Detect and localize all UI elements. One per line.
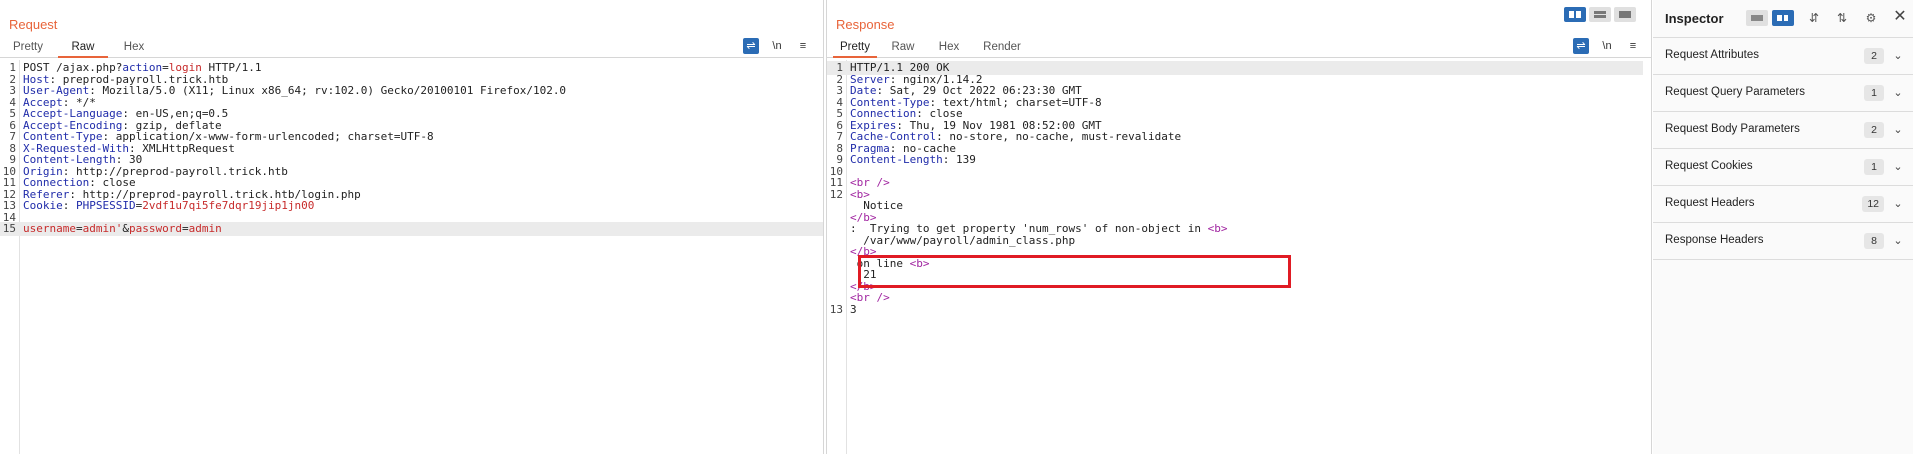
request-tab-hex[interactable]: Hex	[116, 39, 152, 58]
inspector-section-label: Request Cookies	[1665, 160, 1753, 172]
hamburger-icon[interactable]: ≡	[795, 38, 811, 54]
response-editor[interactable]: 1 HTTP/1.1 200 OK 2 Server: nginx/1.14.2 3 Da…	[827, 60, 1651, 454]
count-badge: 1	[1864, 85, 1884, 101]
response-tab-pretty[interactable]: Pretty	[833, 39, 877, 58]
chevron-down-icon[interactable]: ⌄	[1892, 233, 1904, 249]
chevron-down-icon[interactable]: ⌄	[1892, 48, 1904, 64]
layout-vertical-icon[interactable]	[1772, 10, 1794, 26]
expand-all-icon[interactable]: ⇵	[1803, 10, 1825, 26]
chevron-down-icon[interactable]: ⌄	[1892, 85, 1904, 101]
request-tab-pretty[interactable]: Pretty	[8, 39, 48, 58]
code-token: &	[122, 222, 129, 235]
inspector-pane: Inspector ⇵ ⇅ ⚙ ✕ Request Attributes 2 ⌄ Re…	[1653, 0, 1913, 454]
inspector-section-label: Response Headers	[1665, 234, 1764, 246]
response-tabs: Pretty Raw Hex Render	[827, 38, 1651, 58]
code-line[interactable]: 15 username=admin'&password=admin	[0, 222, 823, 236]
count-badge: 12	[1862, 196, 1884, 212]
split-vertical-icon[interactable]	[1564, 7, 1586, 22]
response-pane: Response Pretty Raw Hex Render ⇌ \n ≡ 1H…	[826, 0, 1652, 454]
code-token: 3	[850, 302, 857, 316]
inspector-section-label: Request Headers	[1665, 197, 1755, 209]
code-token: =	[181, 222, 189, 235]
code-token: username	[23, 222, 76, 235]
request-tab-raw[interactable]: Raw	[58, 39, 108, 58]
close-icon[interactable]: ✕	[1891, 8, 1909, 26]
inspector-section[interactable]: Response Headers 8 ⌄	[1653, 223, 1913, 260]
single-pane-icon[interactable]	[1614, 7, 1636, 22]
count-badge: 8	[1864, 233, 1884, 249]
collapse-all-icon[interactable]: ⇅	[1831, 10, 1853, 26]
count-badge: 2	[1864, 122, 1884, 138]
code-line[interactable]: 13 3	[827, 303, 1643, 317]
request-pane: Request Pretty Raw Hex ⇌ \n ≡ 1 POST /aja…	[0, 0, 824, 454]
code-token: admin	[188, 222, 222, 235]
request-editor[interactable]: 1 POST /ajax.php?action=login HTTP/1.1 2 Ho…	[0, 60, 823, 454]
count-badge: 2	[1864, 48, 1884, 64]
response-tab-render[interactable]: Render	[977, 39, 1027, 58]
line-number: 13	[829, 302, 843, 316]
hamburger-icon[interactable]: ≡	[1625, 38, 1641, 54]
code-token: =	[75, 222, 83, 235]
inspector-section[interactable]: Request Attributes 2 ⌄	[1653, 38, 1913, 75]
chevron-down-icon[interactable]: ⌄	[1892, 196, 1904, 212]
inspector-section[interactable]: Request Cookies 1 ⌄	[1653, 149, 1913, 186]
newline-toggle[interactable]: \n	[1599, 38, 1615, 54]
wrap-lines-icon[interactable]: ⇌	[743, 38, 759, 54]
chevron-down-icon[interactable]: ⌄	[1892, 159, 1904, 175]
code-token: password	[128, 222, 182, 235]
inspector-section[interactable]: Request Body Parameters 2 ⌄	[1653, 112, 1913, 149]
inspector-section[interactable]: Request Headers 12 ⌄	[1653, 186, 1913, 223]
request-title: Request	[9, 17, 58, 32]
wrap-lines-icon[interactable]: ⇌	[1573, 38, 1589, 54]
line-number: 15	[2, 222, 16, 235]
chevron-down-icon[interactable]: ⌄	[1892, 122, 1904, 138]
gear-icon[interactable]: ⚙	[1860, 10, 1882, 26]
inspector-title: Inspector	[1665, 11, 1724, 26]
inspector-sections: Request Attributes 2 ⌄ Request Query Parame…	[1653, 37, 1913, 260]
newline-toggle[interactable]: \n	[769, 38, 785, 54]
code-text: 3	[850, 303, 857, 317]
split-horizontal-icon[interactable]	[1589, 7, 1611, 22]
count-badge: 1	[1864, 159, 1884, 175]
response-tab-raw[interactable]: Raw	[885, 39, 921, 58]
request-tabs: Pretty Raw Hex	[0, 38, 823, 58]
response-tab-hex[interactable]: Hex	[931, 39, 967, 58]
layout-horizontal-icon[interactable]	[1746, 10, 1768, 26]
inspector-section-label: Request Query Parameters	[1665, 86, 1805, 98]
inspector-section-label: Request Body Parameters	[1665, 123, 1800, 135]
response-title: Response	[836, 17, 895, 32]
inspector-section[interactable]: Request Query Parameters 1 ⌄	[1653, 75, 1913, 112]
code-token: admin'	[82, 222, 123, 235]
code-text: username=admin'&password=admin	[23, 222, 222, 236]
inspector-section-label: Request Attributes	[1665, 49, 1759, 61]
